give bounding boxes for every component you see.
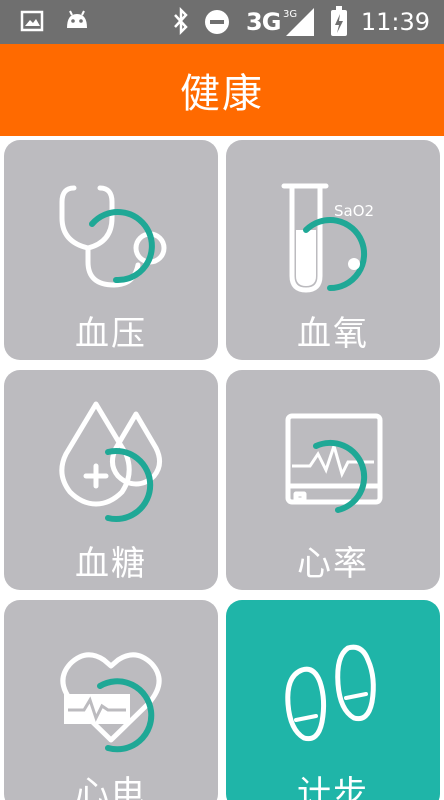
app-header: 健康 <box>0 44 444 136</box>
heart-ecg-icon <box>60 652 162 753</box>
network-small-label: 3G <box>283 9 297 20</box>
tile-label: 心率 <box>297 544 369 584</box>
tile-label: 计步 <box>297 774 369 800</box>
tile-blood-oxygen[interactable]: SaO2 血氧 <box>226 140 440 360</box>
sao2-label: SaO2 <box>334 202 374 220</box>
do-not-disturb-icon <box>205 10 229 34</box>
battery-icon <box>331 6 347 36</box>
clock: 11:39 <box>360 8 430 36</box>
tile-heart-rate[interactable]: 心率 <box>226 370 440 590</box>
tile-pedometer[interactable]: 计步 <box>226 600 440 800</box>
tile-ecg[interactable]: 心电 <box>4 600 218 800</box>
android-notification-icon <box>67 10 87 28</box>
image-notification-icon <box>20 10 44 32</box>
tile-label: 心电 <box>75 774 147 800</box>
tile-label: 血氧 <box>297 314 369 354</box>
bluetooth-icon <box>174 6 188 36</box>
tile-label: 血压 <box>75 314 147 354</box>
tile-blood-glucose[interactable]: 血糖 <box>4 370 218 590</box>
tile-blood-pressure[interactable]: 血压 <box>4 140 218 360</box>
network-type-label: 3G <box>246 8 281 36</box>
test-tube-icon: SaO2 <box>281 183 374 293</box>
page-title: 健康 <box>180 71 264 117</box>
blood-drops-icon <box>59 401 162 522</box>
heart-rate-monitor-icon <box>285 413 383 513</box>
tile-label: 血糖 <box>75 544 147 584</box>
status-bar: 3G 3G 11:39 <box>0 0 444 44</box>
stethoscope-icon <box>59 185 167 288</box>
signal-strength-icon: 3G <box>283 8 314 36</box>
footprints-icon <box>285 644 376 742</box>
